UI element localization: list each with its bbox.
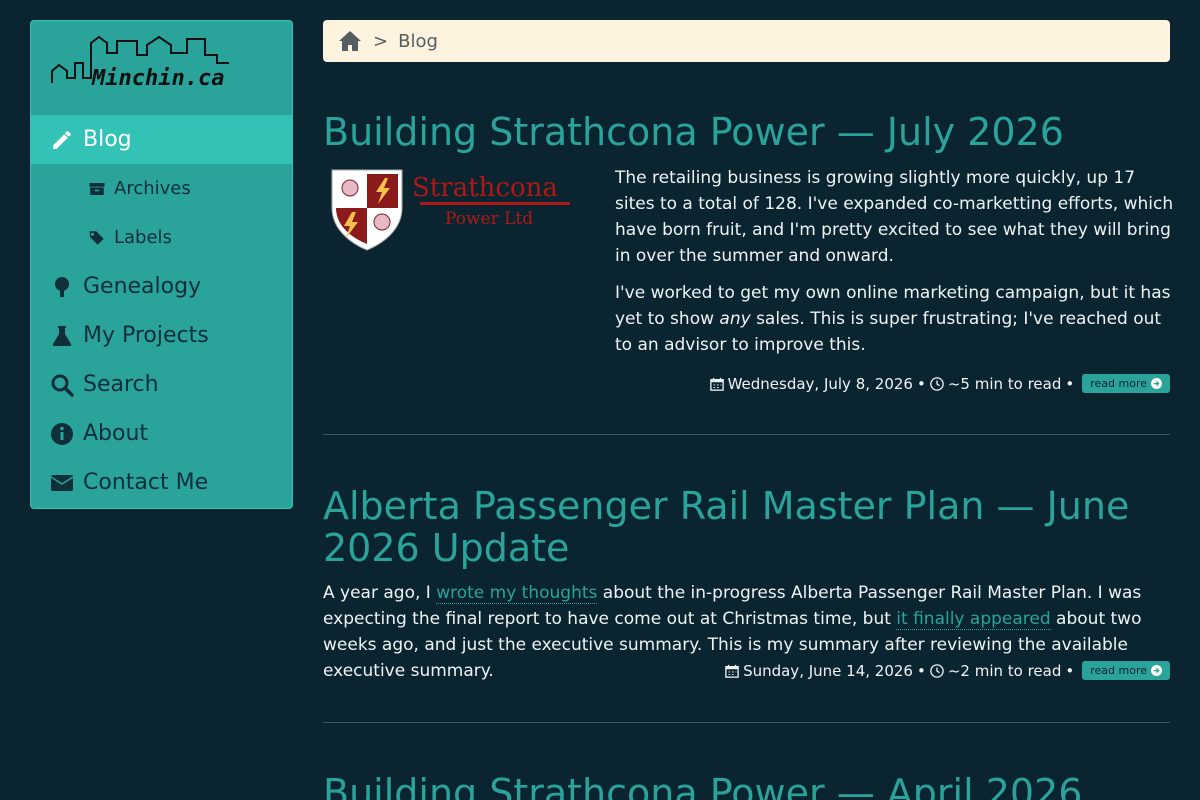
post-date: Wednesday, July 8, 2026 [727, 374, 913, 393]
calendar-icon [725, 664, 739, 678]
minchin-logo: Minchin.ca [51, 35, 229, 91]
arrow-circle-right-icon [1151, 378, 1162, 389]
tree-icon [49, 275, 75, 299]
sidebar-item-genealogy[interactable]: Genealogy [31, 262, 292, 311]
post-title[interactable]: Building Strathcona Power — April 2026 [323, 772, 1082, 800]
read-more-label: read more [1090, 377, 1147, 390]
flask-icon [49, 324, 75, 348]
read-more-button[interactable]: read more [1082, 374, 1170, 393]
sidebar-item-label: About [83, 421, 149, 446]
info-icon [49, 422, 75, 446]
svg-text:Power Ltd: Power Ltd [445, 209, 533, 229]
sidebar-item-label: Genealogy [83, 274, 202, 299]
post-divider [323, 434, 1170, 435]
post-link[interactable]: it finally appeared [896, 609, 1051, 630]
sidebar-item-label: Contact Me [83, 470, 209, 495]
post-meta: Wednesday, July 8, 2026 • ~5 min to read… [709, 374, 1170, 393]
home-icon[interactable] [337, 29, 363, 53]
sidebar-item-label: Labels [114, 227, 172, 248]
post-divider [323, 722, 1170, 723]
meta-bullet: • [916, 374, 926, 393]
tags-icon [88, 229, 106, 247]
sidebar-item-label: Blog [83, 127, 132, 152]
post-paragraph: The retailing business is growing slight… [615, 168, 1174, 266]
meta-bullet: • [1065, 661, 1075, 680]
svg-text:Minchin.ca: Minchin.ca [91, 66, 224, 91]
sidebar-item-blog[interactable]: Blog [31, 115, 292, 164]
sidebar-item-archives[interactable]: Archives [31, 164, 292, 213]
post-title[interactable]: Alberta Passenger Rail Master Plan — Jun… [323, 485, 1129, 569]
post-paragraph: I've worked to get my own online marketi… [615, 283, 1171, 355]
breadcrumb: > Blog [323, 20, 1170, 62]
read-time: ~5 min to read [947, 374, 1062, 393]
calendar-icon [709, 377, 724, 391]
sidebar-item-about[interactable]: About [31, 409, 292, 458]
meta-bullet: • [916, 661, 926, 680]
sidebar-item-label: Archives [114, 178, 191, 199]
post-link[interactable]: wrote my thoughts [436, 583, 598, 604]
sidebar-item-label: Search [83, 372, 159, 397]
post-image[interactable]: Strathcona Power Ltd [330, 168, 580, 254]
arrow-circle-right-icon [1151, 665, 1162, 676]
breadcrumb-separator: > [373, 30, 389, 52]
svg-text:Strathcona: Strathcona [412, 173, 558, 203]
sidebar-item-projects[interactable]: My Projects [31, 311, 292, 360]
clock-icon [930, 663, 944, 678]
breadcrumb-current: Blog [398, 30, 438, 52]
read-more-label: read more [1090, 664, 1147, 677]
site-logo[interactable]: Minchin.ca [31, 21, 292, 115]
archive-box-icon [88, 180, 106, 198]
clock-icon [930, 376, 944, 391]
sidebar-item-contact[interactable]: Contact Me [31, 458, 292, 507]
post-meta: Sunday, June 14, 2026 • ~2 min to read •… [725, 661, 1170, 680]
read-time: ~2 min to read [947, 661, 1062, 680]
post-title[interactable]: Building Strathcona Power — July 2026 [323, 111, 1064, 153]
sidebar-item-search[interactable]: Search [31, 360, 292, 409]
sidebar-item-labels[interactable]: Labels [31, 213, 292, 262]
search-icon [49, 373, 75, 397]
read-more-button[interactable]: read more [1082, 661, 1170, 680]
envelope-icon [49, 471, 75, 495]
sidebar: Minchin.ca Blog Archives Labels Genealog… [30, 20, 293, 509]
meta-bullet: • [1065, 374, 1075, 393]
post-date: Sunday, June 14, 2026 [743, 661, 913, 680]
pencil-icon [49, 128, 75, 152]
sidebar-item-label: My Projects [83, 323, 209, 348]
